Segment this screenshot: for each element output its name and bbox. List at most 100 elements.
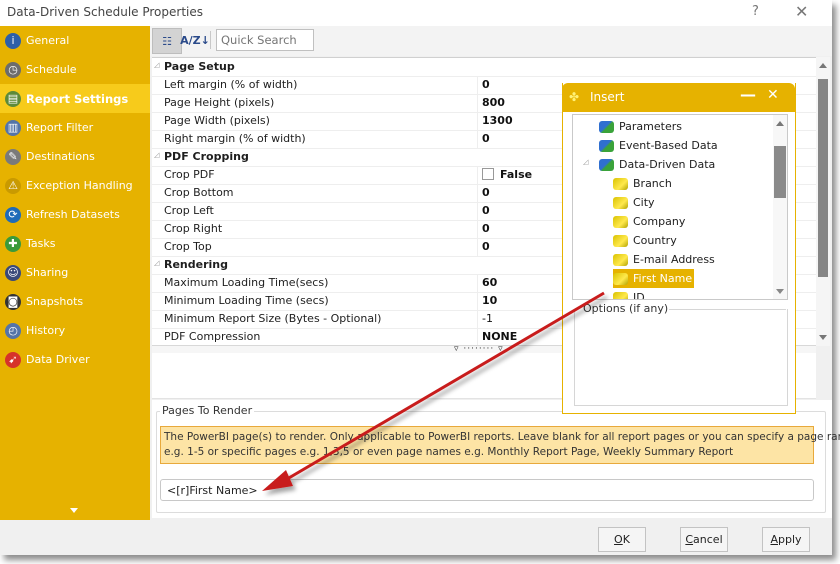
cancel-button[interactable]: Cancel <box>680 527 728 552</box>
scroll-up-icon[interactable] <box>819 63 827 68</box>
insert-panel-header[interactable]: ✤ Insert — ✕ <box>562 83 795 112</box>
property-label: Maximum Loading Time(secs) <box>164 276 329 289</box>
category-row[interactable]: ◿ Page Setup <box>152 58 816 77</box>
toolbar: ☷ A/Z↓ <box>150 26 832 56</box>
sidebar-item-label: Report Settings <box>26 91 129 106</box>
category-label: Rendering <box>164 258 228 271</box>
property-label: Right margin (% of width) <box>164 132 306 145</box>
sidebar-item-report-filter[interactable]: ▥ Report Filter <box>0 113 150 142</box>
warning-icon: ⚠ <box>5 177 21 194</box>
sidebar: i General ◷ Schedule ▤ Report Settings ▥ Report… <box>0 26 150 520</box>
pages-to-render-input[interactable]: <[r]First Name> <box>160 479 814 501</box>
scroll-down-icon[interactable] <box>819 335 827 340</box>
checkbox[interactable] <box>482 168 494 180</box>
sidebar-item-tasks[interactable]: ✚ Tasks <box>0 229 150 258</box>
insert-tree: ID First Name E-mail Address Country Company… <box>572 114 788 300</box>
column-divider <box>477 292 478 310</box>
tree-node-company[interactable]: Company <box>613 212 685 231</box>
ok-button[interactable]: OK <box>598 527 646 552</box>
apply-button[interactable]: Apply <box>762 527 810 552</box>
property-value[interactable]: NONE <box>482 330 517 343</box>
categorized-view-button[interactable]: ☷ <box>152 28 182 54</box>
property-label: Crop Top <box>164 240 212 253</box>
property-label: PDF Compression <box>164 330 261 343</box>
property-grid-scrollbar[interactable] <box>816 57 830 346</box>
column-divider <box>477 130 478 148</box>
collapse-icon[interactable]: ◿ <box>154 61 159 69</box>
data-driver-icon: ➹ <box>5 351 21 368</box>
tree-node-branch[interactable]: Branch <box>613 174 672 193</box>
property-value[interactable]: 0 <box>482 240 490 253</box>
close-button[interactable]: ✕ <box>795 2 808 21</box>
sidebar-item-label: Report Filter <box>26 121 94 134</box>
options-frame-top <box>658 309 786 310</box>
tree-scroll-down-icon[interactable] <box>776 289 784 294</box>
tree-scroll-up-icon[interactable] <box>776 121 784 126</box>
alphabetical-sort-button[interactable]: A/Z↓ <box>180 29 210 51</box>
sidebar-item-destinations[interactable]: ✎ Destinations <box>0 142 150 171</box>
tree-node-city[interactable]: City <box>613 193 655 212</box>
tree-node-id[interactable]: ID <box>613 288 645 299</box>
help-button[interactable]: ? <box>752 4 759 19</box>
tree-node-data-driven-data[interactable]: ◿ Data-Driven Data <box>583 155 715 174</box>
sidebar-item-report-settings[interactable]: ▤ Report Settings <box>0 84 150 113</box>
sort-az-icon: A/Z↓ <box>180 33 210 47</box>
toolbar-divider <box>210 31 211 49</box>
minimize-icon[interactable]: — <box>740 85 756 104</box>
report-settings-icon: ▤ <box>5 90 21 107</box>
sidebar-item-snapshots[interactable]: ◙ Snapshots <box>0 287 150 316</box>
sidebar-item-label: Snapshots <box>26 295 84 308</box>
tree-node-event-based-data[interactable]: Event-Based Data <box>599 136 718 155</box>
refresh-datasets-icon: ⟳ <box>5 206 21 223</box>
tree-node-label: First Name <box>633 272 693 285</box>
insert-close-icon[interactable]: ✕ <box>767 87 779 103</box>
tree-node-first-name[interactable]: First Name <box>613 269 695 288</box>
tree-scrollbar[interactable] <box>773 115 787 299</box>
pages-to-render-label: Pages To Render <box>160 404 255 417</box>
tree-scroll-thumb[interactable] <box>774 146 786 198</box>
scroll-thumb[interactable] <box>818 79 828 277</box>
sidebar-item-general[interactable]: i General <box>0 26 150 55</box>
sidebar-item-sharing[interactable]: ☺ Sharing <box>0 258 150 287</box>
info-icon: i <box>5 32 21 49</box>
puzzle-field-icon <box>613 291 628 299</box>
property-value[interactable]: 10 <box>482 294 497 307</box>
property-value[interactable]: 0 <box>482 222 490 235</box>
options-label: Options (if any) <box>582 302 670 315</box>
pages-help-note: The PowerBI page(s) to render. Only appl… <box>160 426 840 464</box>
sidebar-item-label: Refresh Datasets <box>26 208 120 221</box>
sidebar-item-schedule[interactable]: ◷ Schedule <box>0 55 150 84</box>
sidebar-item-data-driver[interactable]: ➹ Data Driver <box>0 345 150 374</box>
collapse-icon[interactable]: ◿ <box>154 259 159 267</box>
quick-search-input[interactable] <box>216 29 314 51</box>
tree-node-parameters[interactable]: Parameters <box>599 117 682 136</box>
sidebar-item-exception-handling[interactable]: ⚠ Exception Handling <box>0 171 150 200</box>
property-value[interactable]: 60 <box>482 276 497 289</box>
column-divider <box>477 220 478 238</box>
puzzle-group-icon <box>599 120 614 133</box>
expand-icon[interactable]: ◿ <box>583 158 588 166</box>
collapse-icon[interactable]: ◿ <box>154 151 159 159</box>
property-value[interactable]: 800 <box>482 96 505 109</box>
sidebar-item-label: General <box>26 34 70 47</box>
property-value[interactable]: -1 <box>482 312 493 325</box>
insert-panel-title: Insert <box>590 90 625 104</box>
title-bar: Data-Driven Schedule Properties ? ✕ <box>0 0 832 26</box>
sidebar-scroll-down-icon[interactable] <box>70 508 78 513</box>
sidebar-item-refresh-datasets[interactable]: ⟳ Refresh Datasets <box>0 200 150 229</box>
property-value[interactable]: 1300 <box>482 114 513 127</box>
property-value[interactable]: 0 <box>482 204 490 217</box>
property-label: Page Height (pixels) <box>164 96 275 109</box>
tree-node-e-mail-address[interactable]: E-mail Address <box>613 250 715 269</box>
property-value[interactable]: False <box>482 168 532 181</box>
cancel-mnemonic: C <box>685 533 694 546</box>
sidebar-item-label: Destinations <box>26 150 95 163</box>
tree-node-country[interactable]: Country <box>613 231 677 250</box>
property-value[interactable]: 0 <box>482 132 490 145</box>
puzzle-group-icon <box>599 139 614 152</box>
note-line-2: e.g. 1-5 or specific pages e.g. 1,3,5 or… <box>164 446 734 458</box>
history-icon: ◴ <box>5 322 21 339</box>
property-value[interactable]: 0 <box>482 78 490 91</box>
property-value[interactable]: 0 <box>482 186 490 199</box>
sidebar-item-history[interactable]: ◴ History <box>0 316 150 345</box>
